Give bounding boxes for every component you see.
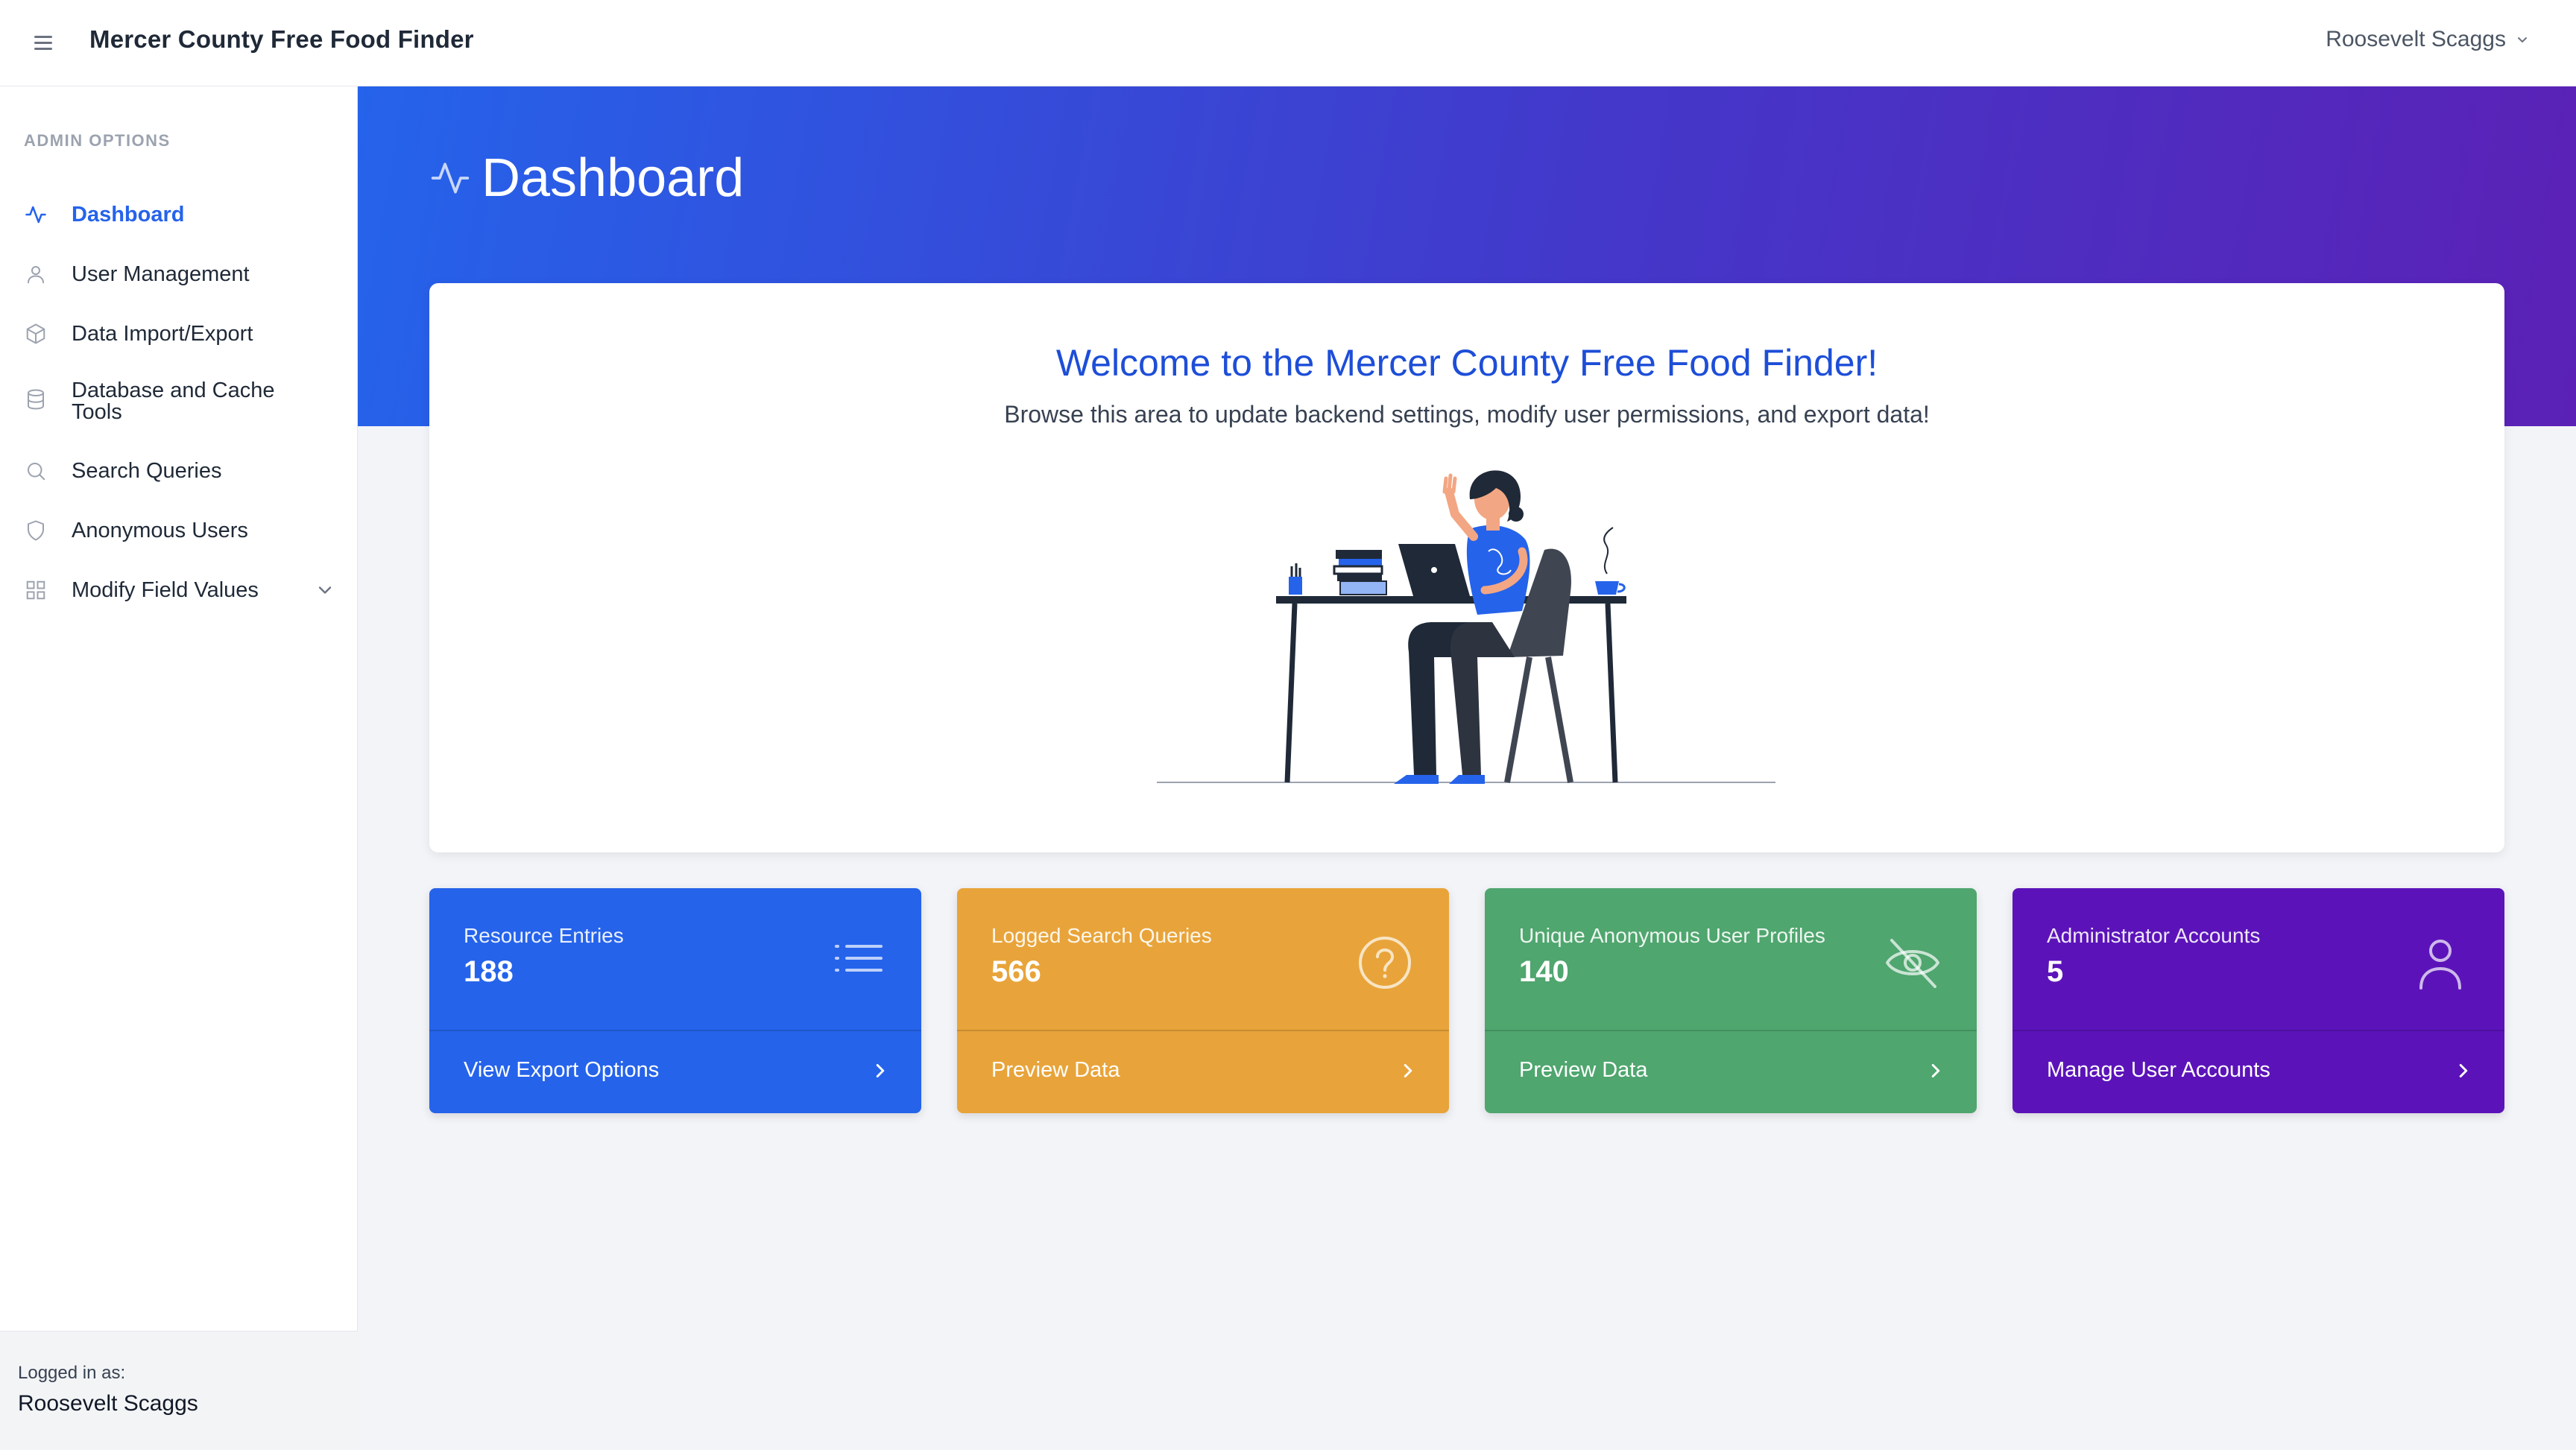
page-title: Dashboard	[429, 148, 744, 209]
sidebar-item-anonymous-users[interactable]: Anonymous Users	[0, 516, 358, 545]
cube-icon	[22, 320, 49, 347]
person-at-desk-illustration	[1157, 470, 1775, 784]
welcome-subtitle: Browse this area to update backend setti…	[1004, 401, 1930, 428]
chevron-right-icon	[1404, 1064, 1412, 1077]
stat-label: Logged Search Queries	[991, 924, 1212, 947]
preview-search-data-link[interactable]: Preview Data	[957, 1031, 1449, 1113]
shield-icon	[22, 517, 49, 544]
search-icon	[22, 458, 49, 484]
app-title: Mercer County Free Food Finder	[89, 25, 474, 53]
stat-label: Administrator Accounts	[2047, 924, 2261, 947]
database-icon	[22, 386, 49, 413]
user-menu[interactable]: Roosevelt Scaggs	[2326, 27, 2530, 52]
sidebar-item-user-management[interactable]: User Management	[0, 259, 358, 289]
manage-user-accounts-link[interactable]: Manage User Accounts	[2012, 1031, 2504, 1113]
sidebar-item-label: Anonymous Users	[72, 519, 248, 542]
logged-in-user: Roosevelt Scaggs	[18, 1391, 198, 1416]
chevron-down-icon	[2518, 37, 2527, 42]
sidebar-item-dashboard[interactable]: Dashboard	[0, 200, 358, 229]
sidebar: ADMIN OPTIONS Dashboard User Management …	[0, 86, 358, 1450]
chevron-right-icon	[876, 1064, 885, 1077]
chevron-right-icon	[1931, 1064, 1940, 1077]
stat-link-label: Preview Data	[1519, 1058, 1648, 1082]
stat-card-resource-entries: Resource Entries 188 View Export Options	[429, 888, 921, 1113]
stat-card-anonymous-user-profiles: Unique Anonymous User Profiles 140 Previ…	[1485, 888, 1977, 1113]
menu-toggle-icon[interactable]	[34, 34, 54, 51]
question-circle-icon	[1359, 937, 1411, 989]
user-icon	[22, 261, 49, 288]
top-bar: Mercer County Free Food Finder Roosevelt…	[0, 0, 2576, 86]
sidebar-item-label: User Management	[72, 262, 250, 286]
activity-icon	[431, 162, 470, 194]
activity-icon	[22, 201, 49, 228]
stat-value: 5	[2047, 955, 2064, 988]
eye-off-icon	[1886, 939, 1939, 988]
user-menu-label: Roosevelt Scaggs	[2326, 27, 2506, 51]
preview-user-data-link[interactable]: Preview Data	[1485, 1031, 1977, 1113]
stat-value: 188	[464, 955, 514, 988]
welcome-title: Welcome to the Mercer County Free Food F…	[1055, 342, 1878, 384]
sidebar-heading: ADMIN OPTIONS	[24, 131, 171, 150]
welcome-card: Welcome to the Mercer County Free Food F…	[429, 283, 2504, 852]
chevron-down-icon[interactable]	[315, 580, 335, 601]
sidebar-item-label: Dashboard	[72, 203, 185, 227]
sidebar-item-label: Data Import/Export	[72, 322, 253, 346]
sidebar-item-label: Modify Field Values	[72, 578, 259, 602]
stat-card-administrator-accounts: Administrator Accounts 5 Manage User Acc…	[2012, 888, 2504, 1113]
user-icon	[2419, 940, 2461, 990]
stat-value: 566	[991, 955, 1041, 988]
stat-link-label: View Export Options	[464, 1058, 660, 1082]
sidebar-footer: Logged in as: Roosevelt Scaggs	[0, 1331, 358, 1450]
sidebar-item-label: Database and Cache Tools	[72, 379, 275, 424]
sidebar-item-search-queries[interactable]: Search Queries	[0, 456, 358, 486]
stat-link-label: Manage User Accounts	[2047, 1058, 2270, 1082]
page-title-text: Dashboard	[482, 148, 745, 208]
stat-card-logged-search-queries: Logged Search Queries 566 Preview Data	[957, 888, 1449, 1113]
sidebar-item-modify-field-values[interactable]: Modify Field Values	[0, 575, 358, 605]
sidebar-item-database-cache-tools[interactable]: Database and Cache Tools	[0, 376, 358, 425]
logged-in-label: Logged in as:	[18, 1363, 126, 1383]
chevron-right-icon	[2459, 1064, 2468, 1077]
sidebar-item-data-import-export[interactable]: Data Import/Export	[0, 319, 358, 349]
sidebar-item-label: Search Queries	[72, 459, 222, 483]
view-export-options-link[interactable]: View Export Options	[429, 1031, 921, 1113]
stat-label: Resource Entries	[464, 924, 624, 947]
stat-label: Unique Anonymous User Profiles	[1519, 924, 1825, 947]
stat-value: 140	[1519, 955, 1569, 988]
grid-icon	[22, 577, 49, 604]
list-icon	[835, 945, 883, 972]
stat-link-label: Preview Data	[991, 1058, 1120, 1082]
